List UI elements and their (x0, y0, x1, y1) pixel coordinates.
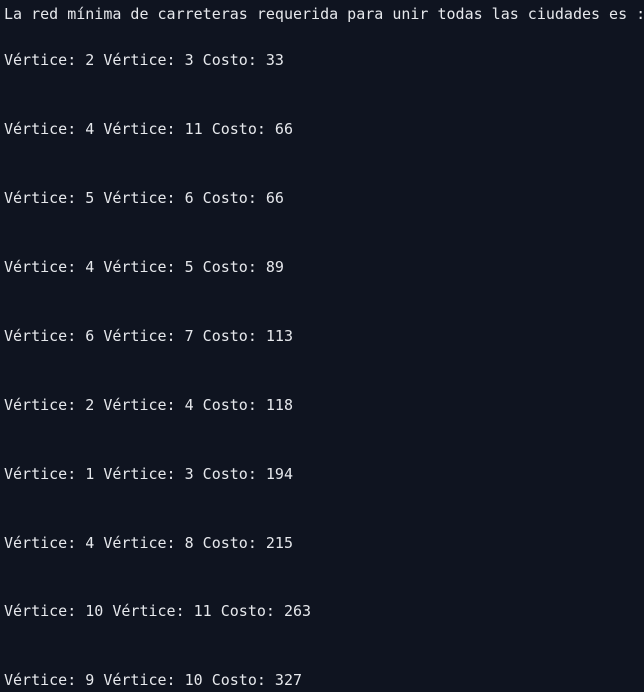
terminal-output: La red mínima de carreteras requerida pa… (0, 0, 644, 692)
output-line: Vértice: 4 Vértice: 5 Costo: 89 (4, 258, 284, 276)
output-line: Vértice: 4 Vértice: 8 Costo: 215 (4, 534, 293, 552)
output-line: Vértice: 5 Vértice: 6 Costo: 66 (4, 189, 284, 207)
output-header: La red mínima de carreteras requerida pa… (4, 5, 644, 23)
output-line: Vértice: 6 Vértice: 7 Costo: 113 (4, 327, 293, 345)
output-line: Vértice: 9 Vértice: 10 Costo: 327 (4, 671, 303, 689)
output-line: Vértice: 2 Vértice: 3 Costo: 33 (4, 51, 284, 69)
output-line: Vértice: 4 Vértice: 11 Costo: 66 (4, 120, 293, 138)
output-line: Vértice: 1 Vértice: 3 Costo: 194 (4, 465, 293, 483)
output-line: Vértice: 10 Vértice: 11 Costo: 263 (4, 602, 312, 620)
output-line: Vértice: 2 Vértice: 4 Costo: 118 (4, 396, 293, 414)
